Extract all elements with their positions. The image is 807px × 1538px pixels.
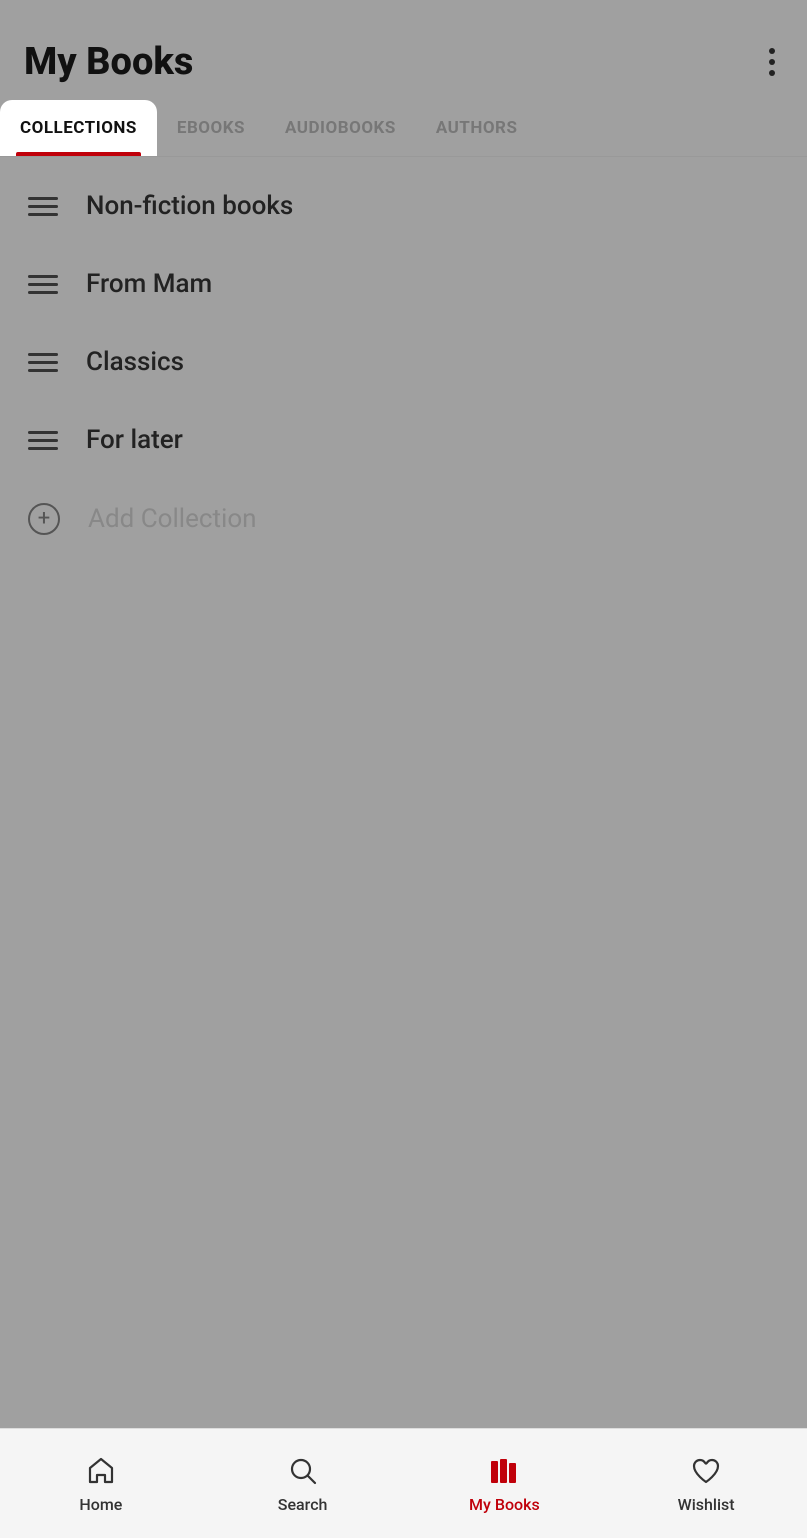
more-menu-button[interactable]: [761, 40, 783, 84]
tabs-bar: COLLECTIONS EBOOKS AUDIOBOOKS AUTHORS: [0, 100, 807, 157]
add-collection-label: Add Collection: [88, 504, 257, 534]
nav-item-home[interactable]: Home: [0, 1443, 202, 1524]
mybooks-icon: [486, 1453, 522, 1489]
collection-item-nonfiction[interactable]: Non-fiction books: [0, 167, 807, 245]
header: My Books: [0, 0, 807, 100]
collection-name: For later: [86, 425, 183, 455]
nav-item-wishlist[interactable]: Wishlist: [605, 1443, 807, 1524]
tab-ebooks[interactable]: EBOOKS: [157, 100, 265, 156]
collection-item-from-mam[interactable]: From Mam: [0, 245, 807, 323]
more-dot-3: [769, 70, 775, 76]
nav-label-mybooks: My Books: [469, 1495, 540, 1514]
more-dot-1: [769, 48, 775, 54]
nav-item-mybooks[interactable]: My Books: [404, 1443, 606, 1524]
collections-list: Non-fiction books From Mam Classics For …: [0, 157, 807, 569]
nav-label-home: Home: [79, 1495, 122, 1514]
collection-name: Non-fiction books: [86, 191, 293, 221]
hamburger-icon: [28, 197, 58, 216]
tab-audiobooks[interactable]: AUDIOBOOKS: [265, 100, 416, 156]
collection-name: Classics: [86, 347, 184, 377]
hamburger-icon: [28, 353, 58, 372]
add-circle-icon: [28, 503, 60, 535]
add-collection-button[interactable]: Add Collection: [0, 479, 807, 559]
nav-label-search: Search: [278, 1495, 328, 1514]
search-icon: [285, 1453, 321, 1489]
collection-name: From Mam: [86, 269, 212, 299]
nav-item-search[interactable]: Search: [202, 1443, 404, 1524]
bottom-nav: Home Search My Books Wishlist: [0, 1428, 807, 1538]
page-title: My Books: [24, 40, 193, 84]
tab-collections[interactable]: COLLECTIONS: [0, 100, 157, 156]
hamburger-icon: [28, 275, 58, 294]
collection-item-classics[interactable]: Classics: [0, 323, 807, 401]
more-dot-2: [769, 59, 775, 65]
home-icon: [83, 1453, 119, 1489]
collection-item-for-later[interactable]: For later: [0, 401, 807, 479]
wishlist-icon: [688, 1453, 724, 1489]
hamburger-icon: [28, 431, 58, 450]
tab-authors[interactable]: AUTHORS: [416, 100, 538, 156]
nav-label-wishlist: Wishlist: [678, 1495, 735, 1514]
